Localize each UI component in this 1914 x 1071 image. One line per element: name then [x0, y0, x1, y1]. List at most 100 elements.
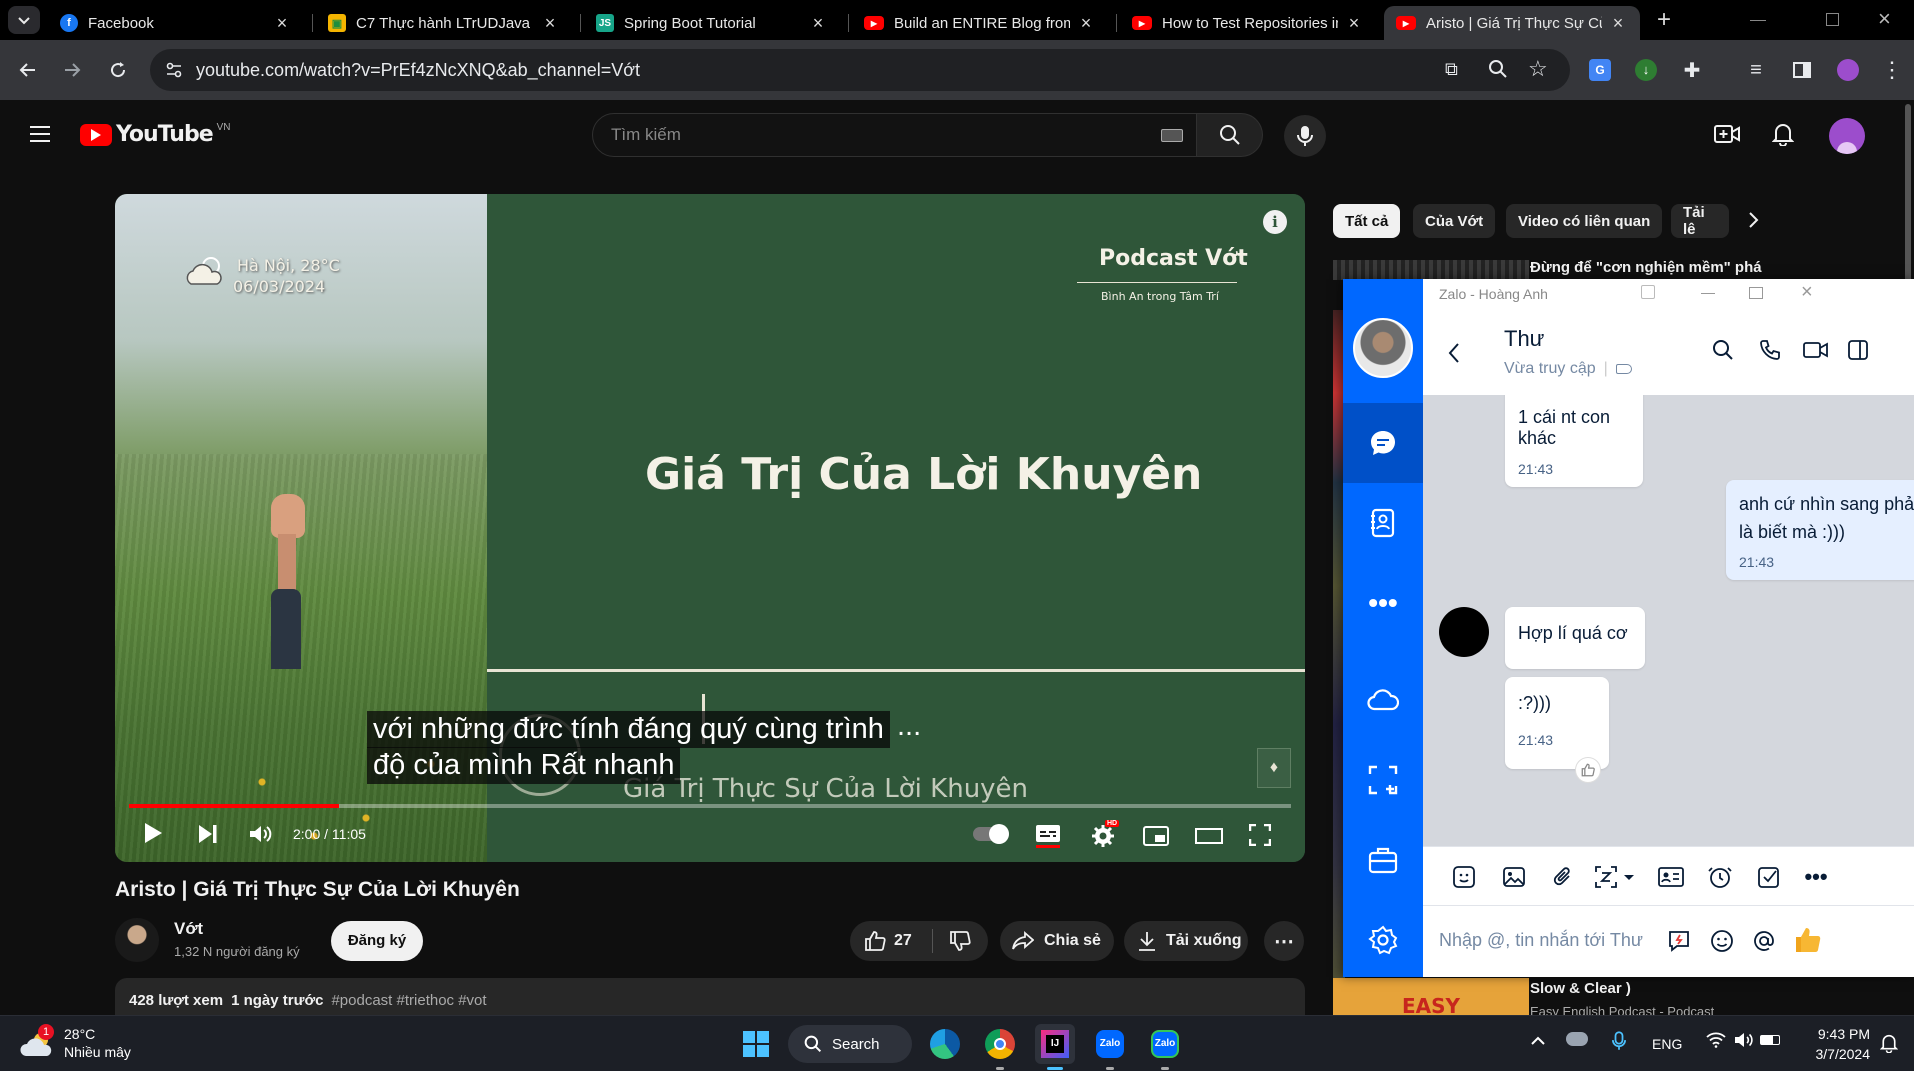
close-tab-icon[interactable]: × — [540, 13, 560, 34]
sidebar-item-toolbox[interactable] — [1343, 820, 1423, 900]
chip-from-channel[interactable]: Của Vớt — [1413, 204, 1496, 238]
profile-avatar-icon[interactable] — [1832, 54, 1864, 86]
back-icon[interactable] — [1447, 342, 1461, 364]
sidebar-item-more[interactable]: ••• — [1343, 563, 1423, 643]
youtube-logo[interactable]: YouTube VN — [80, 122, 231, 147]
mention-icon[interactable] — [1752, 929, 1776, 953]
conversation-info-icon[interactable] — [1847, 339, 1869, 361]
lock-icon[interactable] — [1641, 285, 1655, 299]
browser-tab[interactable]: ▣ C7 Thực hành LTrUDJava 2( × — [316, 6, 572, 40]
site-info-icon[interactable] — [164, 60, 184, 80]
clock-time[interactable]: 9:43 PM — [1802, 1026, 1870, 1042]
theater-mode-button[interactable] — [1195, 828, 1223, 844]
create-video-icon[interactable] — [1714, 124, 1740, 144]
maximize-icon[interactable] — [1749, 287, 1763, 299]
play-button[interactable] — [143, 822, 163, 844]
notification-center-icon[interactable] — [1880, 1033, 1898, 1053]
settings-button[interactable]: HD — [1091, 820, 1120, 848]
close-tab-icon[interactable]: × — [808, 13, 828, 34]
download-extension-icon[interactable]: ↓ — [1630, 54, 1662, 86]
back-icon[interactable] — [12, 54, 44, 86]
chip-uploads[interactable]: Tải lê — [1671, 204, 1729, 238]
message-list[interactable]: 1 cái nt con khác 21:43 anh cứ nhìn sang… — [1423, 395, 1914, 847]
attachment-icon[interactable] — [1548, 862, 1578, 892]
message-bubble[interactable]: anh cứ nhìn sang phải là biết mà :))) 21… — [1726, 480, 1914, 580]
close-tab-icon[interactable]: × — [1076, 13, 1096, 34]
side-panel-icon[interactable] — [1786, 54, 1818, 86]
progress-bar[interactable] — [129, 804, 1291, 808]
description-box[interactable]: 428 lượt xem 1 ngày trước #podcast #trie… — [115, 978, 1305, 1018]
address-bar[interactable]: youtube.com/watch?v=PrEf4zNcXNQ&ab_chann… — [150, 49, 1570, 91]
browser-tab[interactable]: f Facebook × — [48, 6, 304, 40]
edge-app-icon[interactable] — [925, 1024, 965, 1064]
minimize-icon[interactable] — [1750, 20, 1766, 21]
search-icon[interactable] — [1712, 339, 1734, 361]
subtitles-button[interactable] — [1035, 824, 1061, 848]
microphone-tray-icon[interactable] — [1612, 1030, 1626, 1052]
autoplay-toggle[interactable] — [973, 824, 1009, 844]
tray-overflow-chevron-icon[interactable] — [1530, 1036, 1546, 1046]
next-button[interactable] — [197, 824, 219, 844]
send-like-thumbs-up-icon[interactable] — [1793, 925, 1823, 955]
message-bubble[interactable]: :?))) 21:43 — [1505, 677, 1609, 783]
reminder-clock-icon[interactable] — [1705, 862, 1735, 892]
zalo-secondary-app-icon[interactable]: Zalo — [1145, 1024, 1185, 1070]
close-tab-icon[interactable]: × — [272, 13, 292, 34]
close-window-icon[interactable]: × — [1878, 6, 1891, 32]
miniplayer-button[interactable] — [1143, 826, 1169, 846]
hashtags[interactable]: #podcast #triethoc #vot — [331, 992, 486, 1009]
notifications-bell-icon[interactable] — [1772, 122, 1794, 146]
video-call-icon[interactable] — [1803, 341, 1829, 359]
message-bubble[interactable]: 1 cái nt con khác 21:43 — [1505, 395, 1643, 487]
dislike-button[interactable] — [933, 921, 987, 961]
forward-icon[interactable] — [56, 54, 88, 86]
phone-icon[interactable] — [1759, 339, 1781, 361]
recommendation-thumbnail[interactable] — [1333, 260, 1529, 280]
image-icon[interactable] — [1499, 862, 1529, 892]
chip-all[interactable]: Tất cả — [1333, 204, 1401, 238]
fullscreen-button[interactable] — [1249, 824, 1271, 846]
speaker-icon[interactable] — [1734, 1032, 1754, 1048]
reload-icon[interactable] — [102, 54, 134, 86]
sender-avatar[interactable] — [1439, 607, 1489, 657]
restore-icon[interactable] — [1826, 13, 1839, 26]
chrome-app-icon[interactable] — [980, 1024, 1020, 1070]
more-options-icon[interactable]: ••• — [1801, 862, 1831, 892]
more-actions-button[interactable]: ⋯ — [1264, 921, 1304, 961]
battery-icon[interactable] — [1760, 1035, 1780, 1045]
quick-message-icon[interactable] — [1667, 929, 1691, 953]
close-icon[interactable]: × — [1801, 281, 1813, 304]
intellij-app-icon[interactable]: IJ — [1035, 1024, 1075, 1070]
browser-tab[interactable]: ▶ Build an ENTIRE Blog from × — [852, 6, 1108, 40]
recommendation-title[interactable]: Đừng để "cơn nghiện mềm" phá — [1530, 259, 1762, 276]
browser-tab[interactable]: JS Spring Boot Tutorial × — [584, 6, 840, 40]
install-app-icon[interactable]: ⧉ — [1445, 59, 1458, 80]
contact-card-icon[interactable] — [1656, 862, 1686, 892]
sidebar-item-screenshot[interactable] — [1343, 740, 1423, 820]
tag-icon[interactable] — [1615, 364, 1632, 374]
input-language[interactable]: ENG — [1652, 1036, 1682, 1052]
new-tab-button[interactable]: + — [1650, 6, 1678, 34]
share-button[interactable]: Chia sẻ — [1000, 921, 1114, 961]
recommendation-title[interactable]: Slow & Clear ) — [1530, 980, 1631, 997]
voice-search-button[interactable] — [1284, 115, 1326, 157]
subscribe-button[interactable]: Đăng ký — [331, 921, 423, 961]
channel-watermark-icon[interactable]: ♦ — [1257, 748, 1291, 788]
search-input[interactable]: Tìm kiếm — [592, 113, 1197, 157]
channel-avatar[interactable] — [115, 918, 159, 962]
screenshot-options-icon[interactable] — [1593, 862, 1639, 892]
search-button[interactable] — [1197, 113, 1263, 157]
extensions-puzzle-icon[interactable]: ✚ — [1676, 54, 1708, 86]
like-button[interactable]: 27 — [850, 921, 932, 961]
clock-date[interactable]: 3/7/2024 — [1802, 1046, 1871, 1062]
message-input[interactable]: Nhập @, tin nhắn tới Thư — [1439, 920, 1649, 960]
video-player[interactable]: Hà Nội, 28°C 06/03/2024 Podcast Vớt Bình… — [115, 194, 1305, 862]
guide-menu-icon[interactable] — [28, 124, 52, 144]
sidebar-item-contacts[interactable] — [1343, 483, 1423, 563]
taskbar-search[interactable]: Search — [788, 1025, 912, 1063]
chip-related[interactable]: Video có liên quan — [1506, 204, 1663, 238]
contact-name[interactable]: Thư — [1504, 326, 1544, 352]
message-bubble[interactable]: Hợp lí quá cơ — [1505, 607, 1645, 669]
wifi-icon[interactable] — [1706, 1032, 1726, 1048]
media-controls-icon[interactable]: ≡ — [1740, 54, 1772, 86]
